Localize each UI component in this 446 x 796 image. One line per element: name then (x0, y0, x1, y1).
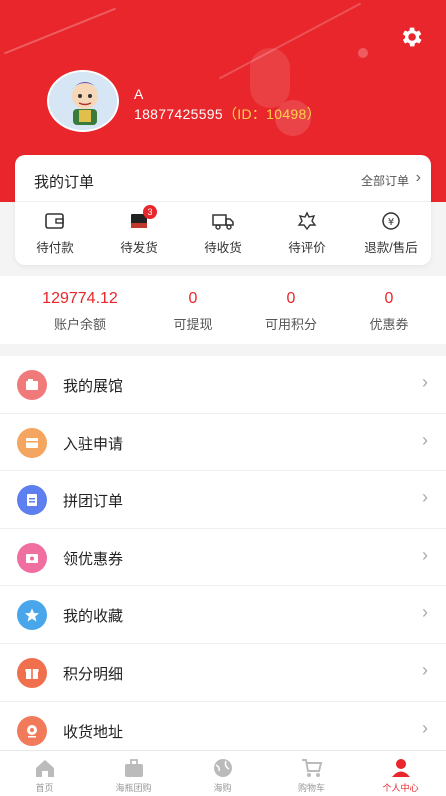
order-status-label: 待收货 (204, 241, 242, 255)
wallet-icon (45, 213, 64, 229)
tab-home[interactable]: 首页 (0, 757, 89, 794)
my-orders-card: 我的订单 全部订单 › 待付款 3 待发货 待收货 待评价 ¥ 退款/售后 (15, 155, 431, 265)
header-decoration (358, 48, 368, 58)
menu-item-group-orders[interactable]: 拼团订单 › (0, 471, 446, 529)
stat-points[interactable]: 0 可用积分 (251, 290, 331, 333)
stat-label: 可提现 (173, 317, 213, 332)
all-orders-link[interactable]: 全部订单 (361, 172, 409, 189)
cart-icon (301, 759, 322, 777)
order-status-pending-shipment[interactable]: 3 待发货 (99, 205, 179, 259)
menu-item-get-coupons[interactable]: 领优惠券 › (0, 529, 446, 587)
menu-label: 我的展馆 (63, 378, 124, 395)
menu-list: 我的展馆 › 入驻申请 › 拼团订单 › 领优惠券 › 我的收藏 › 积分明细 … (0, 356, 446, 760)
menu-item-join-application[interactable]: 入驻申请 › (0, 414, 446, 472)
order-status-pending-review[interactable]: 待评价 (267, 211, 347, 259)
chevron-right-icon: › (422, 487, 428, 508)
user-phone: 18877425595（ID：10498） (134, 104, 321, 124)
order-status-pending-payment[interactable]: 待付款 (15, 211, 95, 259)
tab-profile[interactable]: 个人中心 (356, 757, 445, 794)
tab-label: 海瓶团购 (115, 783, 152, 793)
stat-label: 账户余额 (53, 317, 106, 332)
chevron-right-icon: › (422, 602, 428, 623)
chevron-right-icon: › (422, 717, 428, 738)
tab-group-buy[interactable]: 海瓶团购 (89, 757, 178, 794)
orders-title: 我的订单 (34, 174, 95, 191)
header-decoration (250, 48, 290, 108)
group-order-icon (17, 485, 47, 516)
gift-icon (17, 657, 47, 688)
coupon-icon (17, 542, 47, 573)
stat-label: 优惠券 (369, 317, 409, 332)
svg-text:¥: ¥ (388, 217, 394, 228)
stat-value: 0 (384, 290, 394, 307)
gallery-icon (17, 370, 47, 400)
menu-label: 积分明细 (63, 665, 124, 683)
user-name: A (134, 86, 144, 102)
tab-cart[interactable]: 购物车 (267, 757, 356, 794)
header-decoration (218, 2, 362, 80)
globe-icon (213, 759, 232, 777)
tab-label: 个人中心 (382, 783, 419, 793)
chevron-right-icon: › (422, 659, 428, 680)
stat-coupons[interactable]: 0 优惠券 (349, 290, 429, 333)
order-status-label: 待发货 (120, 241, 158, 255)
tab-label: 首页 (35, 783, 54, 793)
tab-overseas-buy[interactable]: 海购 (178, 757, 267, 794)
order-status-refund[interactable]: ¥ 退款/售后 (351, 211, 431, 259)
stat-value: 0 (286, 290, 296, 307)
chevron-right-icon: › (422, 372, 428, 392)
account-stats: 129774.12 账户余额 0 可提现 0 可用积分 0 优惠券 (0, 276, 446, 344)
order-status-label: 待付款 (36, 241, 74, 255)
chevron-right-icon: › (422, 544, 428, 565)
menu-label: 拼团订单 (63, 493, 124, 511)
bottom-tab-bar: 首页 海瓶团购 海购 购物车 个人中心 (0, 750, 446, 796)
user-id: （ID：10498） (222, 106, 321, 122)
menu-label: 领优惠券 (63, 550, 124, 568)
user-avatar[interactable] (47, 70, 119, 132)
location-icon (17, 715, 47, 746)
stat-value: 0 (188, 290, 198, 307)
menu-item-my-gallery[interactable]: 我的展馆 › (0, 356, 446, 414)
tab-label: 购物车 (297, 783, 325, 793)
order-status-label: 退款/售后 (364, 241, 418, 255)
home-icon (35, 760, 54, 777)
chevron-right-icon: › (422, 429, 428, 450)
order-status-label: 待评价 (288, 241, 326, 255)
person-icon (391, 759, 410, 777)
menu-label: 收货地址 (63, 723, 124, 741)
menu-label: 入驻申请 (63, 435, 124, 453)
comment-icon (297, 211, 317, 231)
settings-gear-icon[interactable] (398, 24, 424, 50)
stat-withdrawable[interactable]: 0 可提现 (153, 290, 233, 333)
tab-label: 海购 (213, 783, 232, 793)
chevron-right-icon[interactable]: › (416, 169, 421, 187)
menu-label: 我的收藏 (63, 608, 124, 626)
menu-item-points-detail[interactable]: 积分明细 › (0, 644, 446, 702)
stat-value: 129774.12 (42, 290, 118, 307)
briefcase-icon (124, 759, 143, 777)
menu-item-my-favorites[interactable]: 我的收藏 › (0, 586, 446, 644)
store-icon (17, 427, 47, 458)
refund-icon: ¥ (382, 212, 400, 230)
divider (15, 201, 431, 202)
order-badge: 3 (143, 205, 157, 219)
stat-label: 可用积分 (264, 317, 317, 332)
star-icon (17, 600, 47, 631)
truck-icon (212, 214, 234, 230)
user-phone-number: 18877425595 (134, 106, 223, 122)
order-status-pending-receipt[interactable]: 待收货 (183, 211, 263, 259)
header-decoration (3, 7, 117, 55)
stat-balance[interactable]: 129774.12 账户余额 (25, 290, 135, 333)
